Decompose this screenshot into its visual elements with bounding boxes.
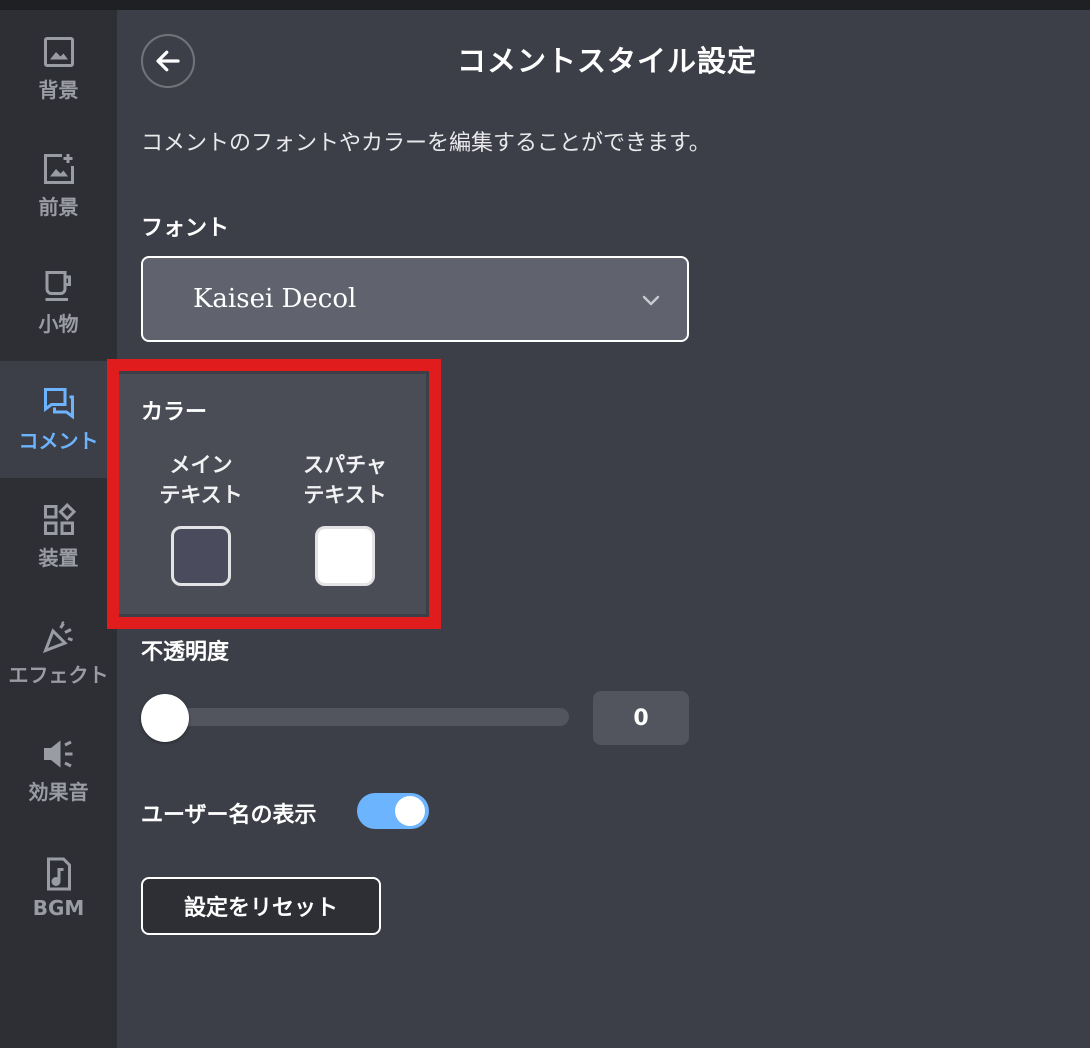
sidebar-item-devices[interactable]: 装置 (0, 478, 117, 595)
chat-icon (43, 388, 74, 420)
username-display-label: ユーザー名の表示 (141, 803, 317, 828)
sidebar-item-label: 小物 (38, 312, 79, 336)
opacity-slider-thumb[interactable] (141, 694, 189, 742)
sidebar-item-label: BGM (32, 895, 85, 920)
party-popper-icon (42, 620, 73, 654)
sidebar-item-bgm[interactable]: BGM (0, 829, 117, 946)
sidebar-item-comment[interactable]: コメント (0, 361, 117, 478)
back-button[interactable] (141, 34, 195, 88)
font-select-value: Kaisei Decol (193, 284, 357, 314)
toggle-knob (395, 796, 425, 826)
sidebar-item-foreground[interactable]: 前景 (0, 127, 117, 244)
sidebar: 背景 前景 小物 コメント 装置 エフェクト 効果音 BGM (0, 10, 117, 1048)
sidebar-item-label: 効果音 (28, 780, 89, 804)
sidebar-item-effects[interactable]: エフェクト (0, 595, 117, 712)
opacity-slider-track[interactable] (141, 708, 569, 726)
image-icon (43, 37, 74, 67)
sidebar-item-sound-effects[interactable]: 効果音 (0, 712, 117, 829)
chevron-down-icon (642, 295, 660, 306)
page-title: コメントスタイル設定 (457, 44, 758, 78)
sidebar-item-label: 装置 (38, 546, 79, 570)
opacity-value[interactable]: 0 (593, 691, 689, 745)
cup-icon (45, 271, 71, 301)
music-file-icon (46, 857, 71, 890)
reset-settings-button[interactable]: 設定をリセット (141, 877, 381, 935)
sidebar-item-label: 背景 (38, 78, 79, 102)
comment-style-panel: コメントスタイル設定 コメントのフォントやカラーを編集することができます。 フォ… (107, 10, 1090, 1048)
page-description: コメントのフォントやカラーを編集することができます。 (141, 131, 711, 156)
speaker-icon (43, 740, 72, 768)
sidebar-item-items[interactable]: 小物 (0, 244, 117, 361)
image-add-icon (43, 154, 74, 184)
sidebar-item-label: 前景 (38, 195, 79, 219)
sidebar-item-background[interactable]: 背景 (0, 10, 117, 127)
opacity-label: 不透明度 (141, 640, 230, 665)
sidebar-item-label: コメント (18, 429, 99, 453)
highlight-annotation-box (107, 359, 441, 629)
widgets-icon (43, 502, 76, 535)
arrow-left-icon (156, 50, 180, 72)
font-label: フォント (141, 216, 230, 241)
font-select[interactable]: Kaisei Decol (141, 256, 689, 342)
sidebar-item-label: エフェクト (8, 663, 109, 687)
username-display-toggle[interactable] (357, 793, 429, 829)
window-top-bar (0, 0, 1090, 10)
